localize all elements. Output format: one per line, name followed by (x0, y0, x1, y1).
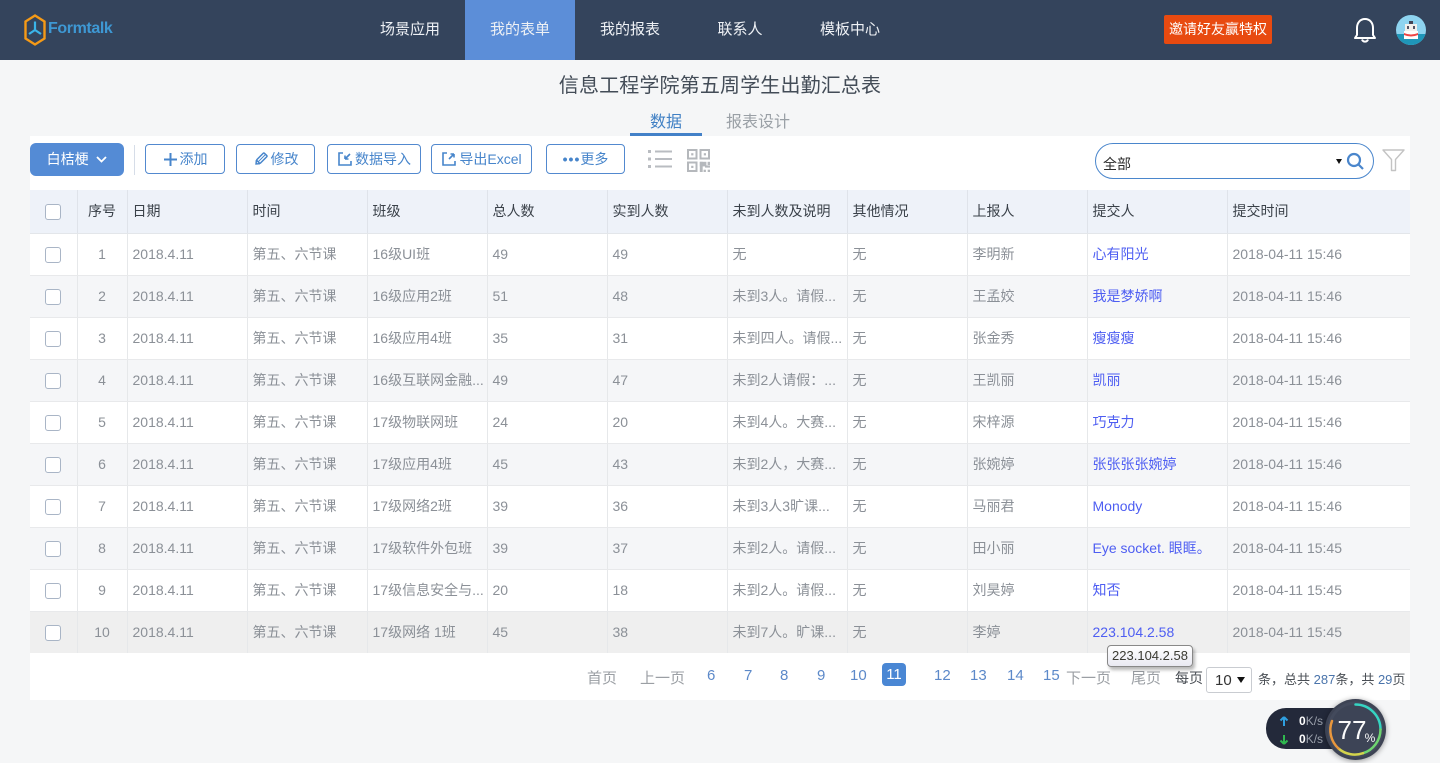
svg-text:%: % (1365, 731, 1376, 745)
svg-text:77: 77 (1338, 715, 1367, 745)
